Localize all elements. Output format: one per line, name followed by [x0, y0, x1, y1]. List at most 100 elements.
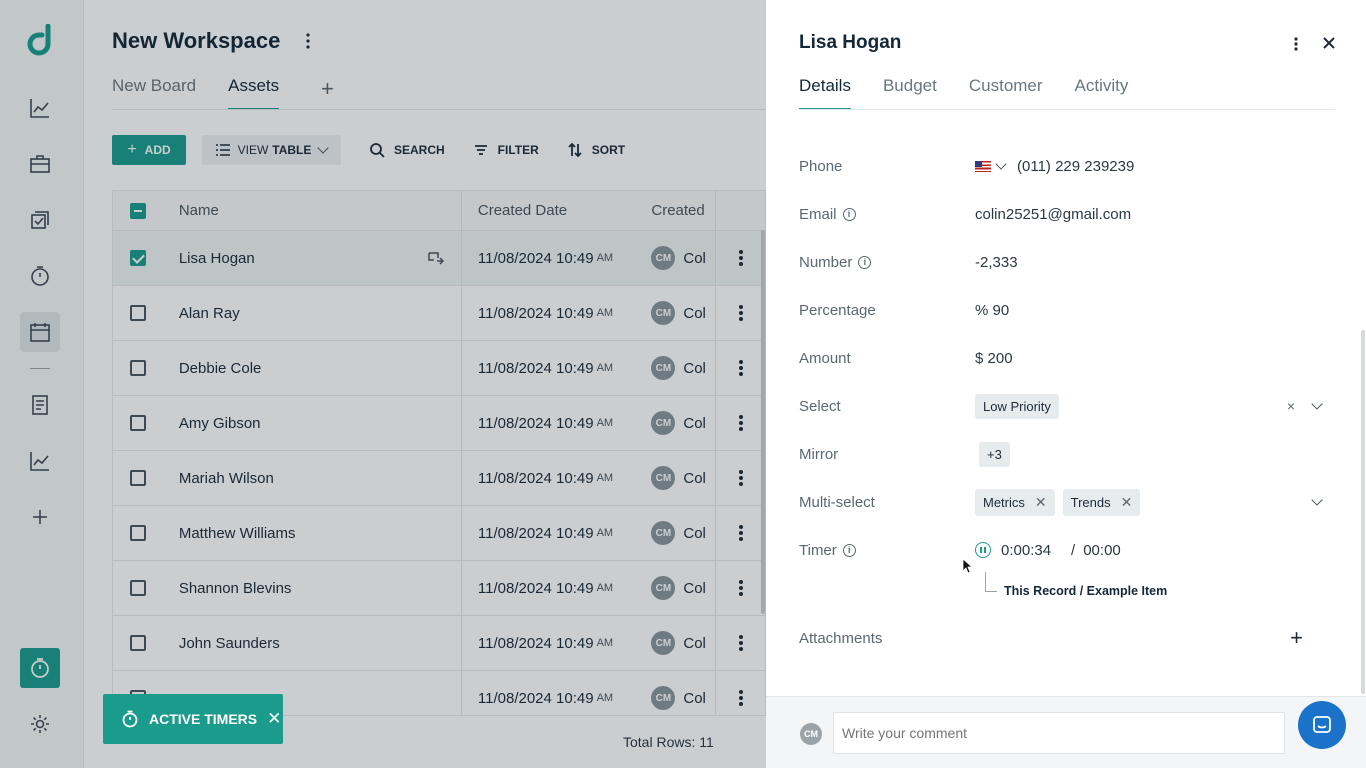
column-created-date[interactable]: Created Date: [460, 191, 635, 230]
row-name[interactable]: Debbie Cole: [179, 360, 262, 377]
table-row[interactable]: Matthew Williams 11/08/2024 10:49 AM CM Col: [113, 506, 765, 561]
table-row[interactable]: John Saunders 11/08/2024 10:49 AM CM Col: [113, 616, 765, 671]
row-checkbox[interactable]: [129, 305, 146, 321]
tab-budget[interactable]: Budget: [883, 76, 937, 110]
table-row[interactable]: Shannon Blevins 11/08/2024 10:49 AM CM Col: [113, 561, 765, 616]
row-checkbox[interactable]: [129, 525, 146, 541]
info-icon[interactable]: i: [858, 255, 872, 269]
row-menu-icon[interactable]: [715, 396, 765, 450]
remove-icon[interactable]: ✕: [1121, 494, 1133, 511]
active-timers-button[interactable]: ACTIVE TIMERS ✕: [103, 694, 283, 744]
percentage-value[interactable]: % 90: [975, 302, 1009, 319]
table-row[interactable]: Debbie Cole 11/08/2024 10:49 AM CM Col: [113, 341, 765, 396]
phone-value[interactable]: (011) 229 239239: [1017, 158, 1134, 175]
row-name[interactable]: Matthew Williams: [179, 525, 296, 542]
row-menu-icon[interactable]: [715, 671, 765, 715]
comment-input[interactable]: [833, 712, 1285, 754]
row-date: 11/08/2024 10:49: [477, 634, 594, 652]
sort-button[interactable]: SORT: [567, 142, 625, 158]
table-row[interactable]: Amy Gibson 11/08/2024 10:49 AM CM Col: [113, 396, 765, 451]
tab-customer[interactable]: Customer: [969, 76, 1043, 110]
briefcase-icon[interactable]: [20, 144, 60, 184]
stopwatch-icon[interactable]: [20, 256, 60, 296]
tab-assets[interactable]: Assets: [228, 76, 280, 110]
view-table-button[interactable]: VIEW TABLE: [202, 135, 341, 165]
search-button[interactable]: SEARCH: [369, 142, 445, 158]
select-chip[interactable]: Low Priority: [975, 393, 1059, 419]
logo-icon[interactable]: [24, 24, 56, 58]
row-menu-icon[interactable]: [715, 616, 765, 670]
amount-value[interactable]: $ 200: [975, 350, 1013, 367]
row-menu-icon[interactable]: [715, 451, 765, 505]
chevron-down-icon[interactable]: [1311, 494, 1323, 506]
more-options-icon[interactable]: [1294, 36, 1298, 52]
open-record-icon[interactable]: [427, 251, 445, 265]
row-menu-icon[interactable]: [715, 341, 765, 395]
close-icon[interactable]: [1320, 34, 1338, 52]
country-selector[interactable]: [975, 158, 1007, 172]
tab-details[interactable]: Details: [799, 76, 851, 110]
analytics-icon[interactable]: [20, 88, 60, 128]
number-value[interactable]: -2,333: [975, 254, 1018, 271]
info-icon[interactable]: i: [842, 543, 856, 557]
close-icon[interactable]: ✕: [267, 709, 281, 729]
row-checkbox[interactable]: [129, 415, 146, 431]
row-checkbox[interactable]: [129, 470, 146, 486]
multiselect-chip[interactable]: Trends ✕: [1062, 488, 1141, 516]
row-name[interactable]: Amy Gibson: [179, 415, 261, 432]
mirror-chip[interactable]: +3: [979, 441, 1010, 467]
row-name[interactable]: John Saunders: [179, 635, 280, 652]
row-menu-icon[interactable]: [715, 231, 765, 285]
row-checkbox[interactable]: [129, 635, 146, 651]
email-value[interactable]: colin25251@gmail.com: [975, 206, 1131, 223]
table-scrollbar[interactable]: [761, 230, 765, 614]
table-row[interactable]: Alan Ray 11/08/2024 10:49 AM CM Col: [113, 286, 765, 341]
row-checkbox[interactable]: [129, 360, 146, 376]
filter-button[interactable]: FILTER: [473, 142, 539, 158]
row-menu-icon[interactable]: [715, 506, 765, 560]
timer-total[interactable]: 00:00: [1083, 542, 1121, 559]
row-name[interactable]: Shannon Blevins: [179, 580, 292, 597]
table-row[interactable]: Lisa Hogan 11/08/2024 10:49 AM CM Col: [113, 231, 765, 286]
row-date: 11/08/2024 10:49: [477, 579, 594, 597]
workspace-menu-icon[interactable]: [303, 32, 313, 50]
row-menu-icon[interactable]: [715, 286, 765, 340]
add-button[interactable]: + ADD: [112, 135, 186, 165]
column-created-by[interactable]: Created: [635, 191, 715, 230]
info-icon[interactable]: i: [842, 207, 856, 221]
row-created-by: Col: [683, 249, 706, 267]
row-checkbox[interactable]: [129, 250, 146, 266]
settings-gear-icon[interactable]: [20, 704, 60, 744]
remove-icon[interactable]: ✕: [1035, 494, 1047, 511]
document-icon[interactable]: [20, 385, 60, 425]
multiselect-chip[interactable]: Metrics ✕: [975, 488, 1055, 516]
chevron-down-icon[interactable]: [1311, 398, 1323, 410]
row-name[interactable]: Alan Ray: [179, 305, 240, 322]
pause-icon[interactable]: [975, 542, 991, 558]
column-name[interactable]: Name: [163, 202, 461, 219]
row-name[interactable]: Lisa Hogan: [179, 250, 255, 267]
add-icon[interactable]: [20, 497, 60, 537]
row-checkbox[interactable]: [129, 580, 146, 596]
timer-button[interactable]: [20, 648, 60, 688]
tab-activity[interactable]: Activity: [1075, 76, 1129, 110]
chart-line-icon[interactable]: [20, 441, 60, 481]
tab-new-board[interactable]: New Board: [112, 76, 196, 110]
sort-icon: [568, 142, 582, 158]
avatar: CM: [651, 631, 676, 655]
select-all-checkbox[interactable]: [129, 202, 146, 219]
view-prefix: VIEW: [237, 143, 269, 157]
clear-icon[interactable]: ×: [1287, 398, 1295, 414]
row-name[interactable]: Mariah Wilson: [179, 470, 274, 487]
add-attachment-icon[interactable]: +: [1290, 625, 1303, 651]
assets-table: Name Created Date Created Lisa Hogan 11/0…: [112, 190, 766, 716]
checklist-icon[interactable]: [20, 200, 60, 240]
chat-support-button[interactable]: [1298, 701, 1346, 749]
panel-scrollbar[interactable]: [1361, 330, 1365, 694]
table-row[interactable]: Mariah Wilson 11/08/2024 10:49 AM CM Col: [113, 451, 765, 506]
chevron-down-icon: [995, 158, 1007, 170]
row-menu-icon[interactable]: [715, 561, 765, 615]
calendar-icon[interactable]: [20, 312, 60, 352]
avatar: CM: [651, 576, 676, 600]
add-tab-icon[interactable]: +: [321, 76, 334, 102]
